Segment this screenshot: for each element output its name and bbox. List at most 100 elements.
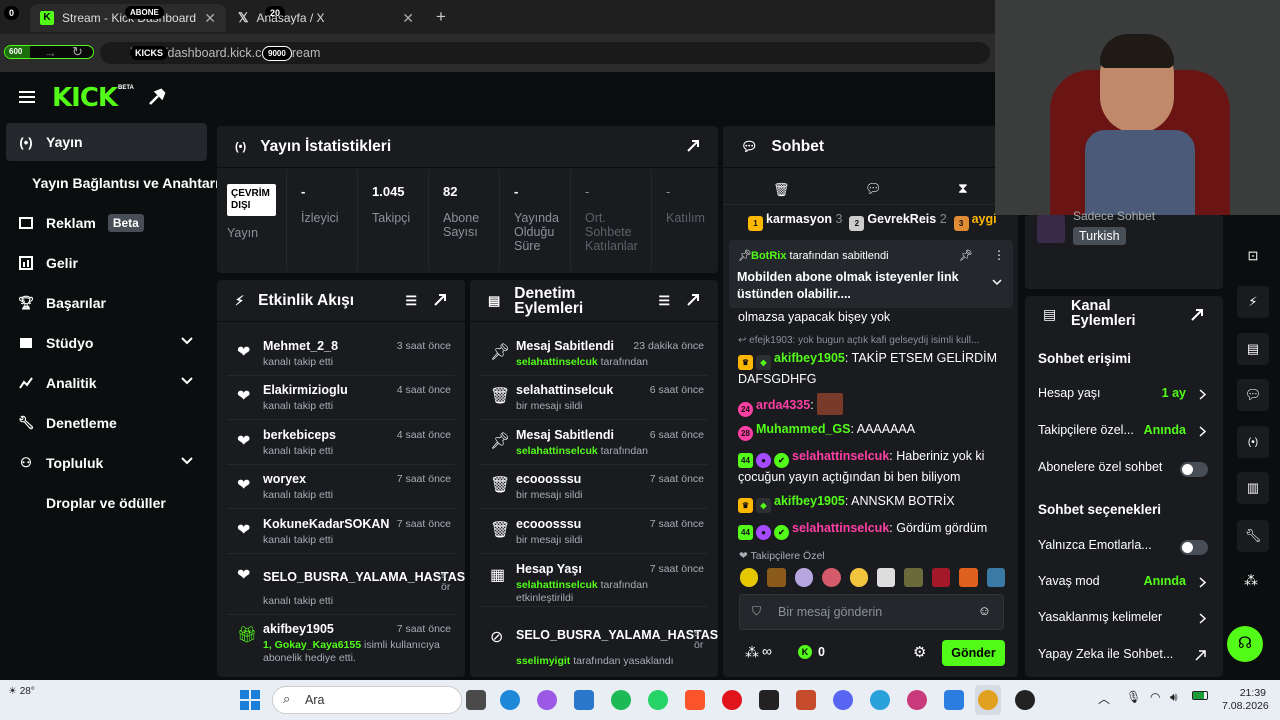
whatsapp-icon[interactable]	[648, 690, 668, 710]
chrome-icon[interactable]	[978, 690, 998, 710]
emote[interactable]	[822, 568, 841, 587]
filter-icon[interactable]: ☰	[405, 293, 417, 309]
layout-icon[interactable]: ▥	[1237, 472, 1269, 504]
emote[interactable]	[986, 568, 1006, 587]
expand-icon[interactable]	[433, 293, 447, 307]
battery-icon[interactable]	[1192, 691, 1208, 700]
forward-icon[interactable]: →	[44, 45, 57, 60]
close-tab-icon[interactable]: ✕	[204, 10, 216, 27]
sidebar-item-denetleme[interactable]: 🔧︎ Denetleme	[6, 404, 207, 442]
pinned-message[interactable]: 📌︎ BotRix tarafından sabitlendi 📌︎ ⋮ Mob…	[729, 240, 1013, 308]
opera-icon[interactable]	[722, 690, 742, 710]
document-icon: ▤	[488, 292, 501, 308]
windows-start-icon[interactable]	[240, 690, 260, 710]
sidebar-item-studyo[interactable]: Stüdyo	[6, 324, 207, 362]
community-icon[interactable]: ⁂	[1244, 572, 1258, 589]
send-button[interactable]: Gönder	[942, 640, 1005, 666]
unpin-icon[interactable]: 📌︎	[959, 249, 973, 262]
telegram-icon[interactable]	[870, 690, 890, 710]
kick-logo[interactable]: KICK	[52, 83, 118, 113]
emote[interactable]	[931, 568, 951, 587]
language-tag[interactable]: Turkish	[1073, 227, 1126, 245]
microphone-icon[interactable]: 🎙︎	[1126, 690, 1141, 704]
steam-icon[interactable]	[759, 690, 779, 710]
app-icon[interactable]	[796, 690, 816, 710]
sidebar-item-yayin[interactable]: (•) Yayın	[6, 123, 207, 161]
reload-icon[interactable]: ↻	[72, 44, 83, 60]
more-icon[interactable]: ⋮	[993, 248, 1005, 262]
tray-chevron-icon[interactable]: ︿	[1098, 690, 1110, 707]
brave-icon[interactable]	[685, 690, 705, 710]
sidebar-item-droplar[interactable]: Droplar ve ödüller	[20, 484, 221, 522]
ai-moderation-option[interactable]: Yapay Zeka ile Sohbet...	[1038, 647, 1208, 667]
screenshot-icon[interactable]: ⊡	[1237, 240, 1269, 272]
banned-words-option[interactable]: Yasaklanmış kelimeler	[1038, 610, 1208, 630]
app-icon[interactable]	[944, 690, 964, 710]
toggle-switch[interactable]	[1180, 540, 1208, 555]
chevron-down-icon[interactable]	[181, 337, 193, 345]
volume-icon[interactable]: 🔊︎	[1170, 690, 1178, 705]
trophy-icon: 🏆︎	[17, 295, 35, 310]
support-headset-icon[interactable]: ☊	[1227, 626, 1263, 662]
taskbar-search[interactable]: ⌕ Ara	[272, 686, 462, 714]
settings-icon[interactable]: ⚙︎	[913, 643, 926, 661]
emote[interactable]	[849, 568, 869, 587]
wrench-icon[interactable]: 🔧︎	[1237, 520, 1269, 552]
kicks-icon[interactable]: K	[798, 645, 812, 659]
emotes-only-option[interactable]: Yalnızca Emotlarla...	[1038, 538, 1208, 558]
edge-icon[interactable]	[500, 690, 520, 710]
sidebar-item-topluluk[interactable]: ⚇ Topluluk	[6, 444, 207, 482]
emoji-icon[interactable]: ☺	[978, 603, 991, 618]
spotify-icon[interactable]	[611, 690, 631, 710]
discord-icon[interactable]	[833, 690, 853, 710]
chevron-down-icon[interactable]	[992, 279, 1002, 286]
sidebar-item-basarilar[interactable]: 🏆︎ Başarılar	[6, 284, 207, 322]
expand-icon[interactable]	[686, 293, 700, 307]
document-icon[interactable]: ▤	[1237, 333, 1269, 365]
copilot-icon[interactable]	[537, 690, 557, 710]
infinity-icon[interactable]: ∞	[762, 643, 772, 659]
chat-input[interactable]: ⛉ Bir mesaj gönderin ☺	[739, 594, 1004, 630]
community-goals-icon[interactable]: ⁂	[745, 644, 759, 661]
new-tab-button[interactable]: +	[436, 7, 446, 27]
sidebar-item-analitik[interactable]: Analitik	[6, 364, 207, 402]
tab-x[interactable]: 𝕏 Anasayfa / X ✕	[228, 4, 424, 32]
emote[interactable]	[877, 568, 896, 587]
expand-icon[interactable]	[1190, 308, 1204, 322]
chevron-down-icon[interactable]	[181, 457, 193, 465]
trash-icon[interactable]: 🗑︎	[773, 182, 790, 198]
emote[interactable]	[794, 568, 814, 587]
bolt-icon[interactable]: ⚡︎	[1237, 286, 1269, 318]
app-icon[interactable]	[574, 690, 594, 710]
sidebar-item-reklam[interactable]: Reklam Beta	[6, 204, 207, 242]
taskview-icon[interactable]	[466, 690, 486, 710]
chat-message: ♛ ◆ akifbey1905: ANNSKM BOTRİX	[738, 492, 1008, 513]
opera-gx-icon[interactable]	[907, 690, 927, 710]
hammer-icon[interactable]	[148, 88, 166, 106]
expand-icon[interactable]	[686, 139, 700, 153]
emote[interactable]	[904, 568, 923, 587]
chevron-down-icon[interactable]	[181, 377, 193, 385]
filter-icon[interactable]: ☰	[658, 293, 670, 309]
emote[interactable]	[740, 568, 759, 587]
followers-only-option[interactable]: Takipçilere özel... Anında	[1038, 423, 1208, 443]
close-tab-icon[interactable]: ✕	[402, 10, 414, 27]
chat-bubble-icon[interactable]: 💬︎	[865, 181, 882, 197]
account-age-option[interactable]: Hesap yaşı 1 ay	[1038, 386, 1208, 406]
sidebar-item-stream-key[interactable]: Yayın Bağlantısı ve Anahtarı	[20, 164, 221, 202]
obs-icon[interactable]	[1015, 690, 1035, 710]
broadcast-icon[interactable]: (•)	[1237, 426, 1269, 458]
subs-only-option[interactable]: Abonelere özel sohbet	[1038, 460, 1208, 480]
chat-bubble-icon[interactable]: 💬︎	[1237, 379, 1269, 411]
emote[interactable]	[959, 568, 978, 587]
wifi-icon[interactable]: ◠	[1150, 690, 1160, 704]
weather-widget[interactable]: ☀ 28°	[8, 686, 35, 697]
toggle-switch[interactable]	[1180, 462, 1208, 477]
hourglass-icon[interactable]: ⧗	[958, 180, 968, 197]
hamburger-menu-icon[interactable]	[19, 90, 35, 104]
slow-mode-option[interactable]: Yavaş mod Anında	[1038, 574, 1208, 594]
clock[interactable]: 21:39 7.08.2026	[1222, 687, 1269, 713]
address-field[interactable]: https://dashboard.kick.com/stream	[100, 42, 990, 64]
emote[interactable]	[767, 568, 786, 587]
sidebar-item-gelir[interactable]: Gelir	[6, 244, 207, 282]
